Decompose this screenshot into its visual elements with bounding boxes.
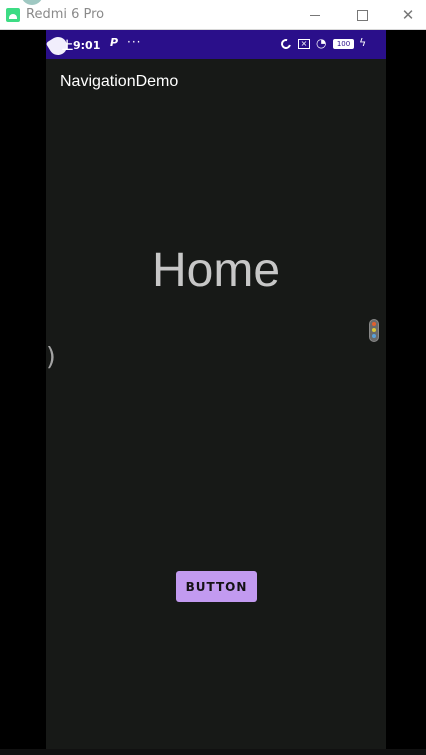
maximize-button[interactable] bbox=[339, 0, 385, 30]
red-light bbox=[372, 322, 376, 326]
status-time: 上9:01 bbox=[62, 39, 101, 52]
back-gesture-indicator[interactable]: ) bbox=[46, 342, 56, 371]
corner-logo-icon bbox=[21, 0, 43, 5]
battery-icon: 100 bbox=[333, 39, 354, 49]
yellow-light bbox=[372, 328, 376, 332]
minimize-button[interactable] bbox=[292, 0, 338, 30]
home-heading: Home bbox=[151, 244, 281, 297]
window-titlebar: Redmi 6 Pro ✕ bbox=[0, 0, 426, 30]
parking-icon: P bbox=[110, 36, 119, 49]
status-bar: 上9:01 P ··· × ◔ 100 ϟ bbox=[46, 30, 386, 59]
window-title: Redmi 6 Pro bbox=[26, 7, 105, 22]
sim-x-icon: × bbox=[298, 39, 310, 49]
app-title: NavigationDemo bbox=[60, 73, 179, 90]
android-app-icon bbox=[6, 8, 20, 22]
bottom-edge bbox=[0, 749, 426, 755]
charging-icon: ϟ bbox=[359, 36, 367, 49]
moon-icon bbox=[279, 37, 293, 51]
traffic-light-icon[interactable] bbox=[369, 319, 379, 342]
close-button[interactable]: ✕ bbox=[385, 0, 426, 30]
blue-light bbox=[372, 334, 376, 338]
device-screen: 上9:01 P ··· × ◔ 100 ϟ NavigationDemo Hom… bbox=[46, 30, 386, 755]
more-notifications-icon: ··· bbox=[127, 35, 142, 49]
wifi-icon: ◔ bbox=[316, 36, 327, 50]
main-button[interactable]: BUTTON bbox=[176, 571, 257, 602]
